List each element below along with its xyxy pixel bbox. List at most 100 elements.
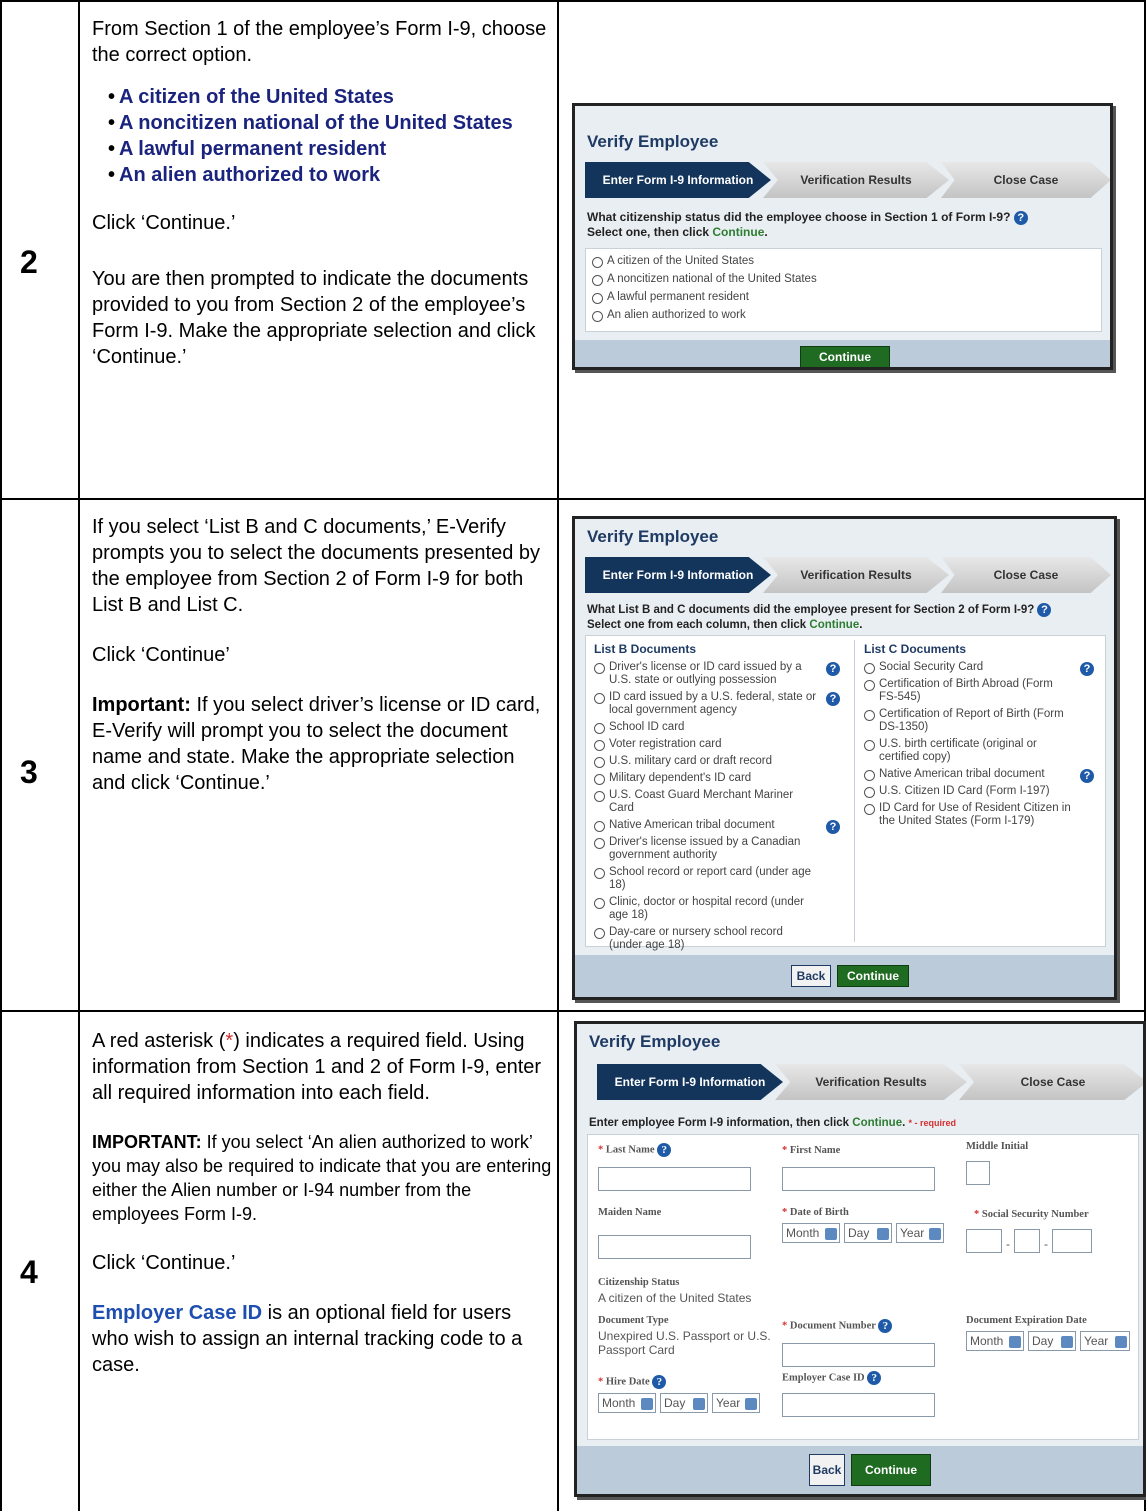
radio-citizen[interactable]: A citizen of the United States [592,255,1095,268]
radio-noncitizen-national[interactable]: A noncitizen national of the United Stat… [592,273,1095,286]
step-verification-results: Verification Results [775,1064,967,1100]
option-box: A citizen of the United States A nonciti… [585,248,1102,332]
hire-day-select[interactable]: Day [660,1393,708,1413]
help-icon[interactable]: ? [867,1371,882,1385]
row-divider-1 [0,498,1146,500]
hire-month-select[interactable]: Month [598,1393,656,1413]
exp-month-select[interactable]: Month [966,1331,1024,1351]
continue-button[interactable]: Continue [800,346,890,367]
column-divider-screenshot [557,0,559,1511]
radio-permanent-resident[interactable]: A lawful permanent resident [592,291,1095,304]
step-close-case: Close Case [941,162,1110,198]
citizenship-status-label: Citizenship Status [598,1277,680,1288]
radio-list-c-item[interactable]: Certification of Report of Birth (Form D… [864,708,1098,734]
radio-list-b-item[interactable]: School ID card [594,721,844,734]
chevron-down-icon [641,1398,653,1410]
employer-case-id-input[interactable] [782,1393,935,1417]
ssn-part3-input[interactable] [1052,1229,1092,1253]
radio-alien-authorized[interactable]: An alien authorized to work [592,309,1095,322]
radio-list-b-item[interactable]: Day-care or nursery school record (under… [594,926,844,952]
help-icon[interactable]: ? [652,1375,667,1389]
continue-button[interactable]: Continue [851,1454,931,1486]
step-paragraph: If you select ‘List B and C documents,’ … [92,516,541,616]
back-button[interactable]: Back [791,965,831,987]
last-name-input[interactable] [598,1167,751,1191]
help-icon[interactable]: ? [878,1319,893,1333]
maiden-name-input[interactable] [598,1235,751,1259]
ssn-label: * Social Security Number [974,1209,1089,1220]
question-text: What citizenship status did the employee… [587,210,1028,240]
dob-year-select[interactable]: Year [896,1223,944,1243]
employer-case-id-label: Employer Case ID ? [782,1371,882,1385]
middle-initial-input[interactable] [966,1161,990,1185]
step-click-instruction: Click ‘Continue.’ [92,212,236,234]
documents-box: List B Documents Driver's license or ID … [585,635,1106,951]
list-item: A citizen of the United States [92,84,552,110]
chevron-down-icon [929,1228,941,1240]
list-item: An alien authorized to work [92,162,552,188]
radio-list-b-item[interactable]: School record or report card (under age … [594,866,844,892]
radio-list-b-item[interactable]: U.S. military card or draft record [594,755,844,768]
step-important-note: IMPORTANT: If you select ‘An alien autho… [92,1132,552,1224]
radio-list-c-item[interactable]: U.S. birth certificate (original or cert… [864,738,1098,764]
help-icon[interactable]: ? [826,662,840,676]
documents-screenshot: Verify Employee Enter Form I-9 Informati… [572,516,1117,1000]
list-b-column: List B Documents Driver's license or ID … [594,642,844,956]
list-item: A noncitizen national of the United Stat… [92,110,552,136]
radio-list-c-item[interactable]: Certification of Birth Abroad (Form FS-5… [864,678,1098,704]
back-button[interactable]: Back [809,1454,845,1486]
column-divider-number [78,0,80,1511]
ssn-part2-input[interactable] [1014,1229,1040,1253]
radio-list-b-item[interactable]: Military dependent's ID card [594,772,844,785]
radio-list-b-item[interactable]: ID card issued by a U.S. federal, state … [594,691,844,717]
citizenship-status-value: A citizen of the United States [598,1291,752,1305]
help-icon[interactable]: ? [1037,603,1052,617]
help-icon[interactable]: ? [826,820,840,834]
column-divider [854,640,855,942]
help-icon[interactable]: ? [657,1143,672,1157]
help-icon[interactable]: ? [1080,662,1094,676]
first-name-input[interactable] [782,1167,935,1191]
citizenship-option-list: A citizen of the United States A nonciti… [92,84,552,188]
step-click-instruction: Click ‘Continue.’ [92,1252,236,1274]
help-icon[interactable]: ? [826,692,840,706]
document-expiration-label: Document Expiration Date [966,1315,1087,1326]
chevron-down-icon [1115,1336,1127,1348]
exp-year-select[interactable]: Year [1080,1331,1130,1351]
step-intro: From Section 1 of the employee’s Form I-… [92,18,547,66]
radio-list-b-item[interactable]: Driver's license or ID card issued by a … [594,661,844,687]
radio-list-b-item[interactable]: Clinic, doctor or hospital record (under… [594,896,844,922]
radio-list-c-item[interactable]: ID Card for Use of Resident Citizen in t… [864,802,1098,828]
radio-list-b-item[interactable]: Native American tribal document? [594,819,844,834]
date-of-birth-label: * Date of Birth [782,1207,849,1218]
document-number-input[interactable] [782,1343,935,1367]
progress-steps: Enter Form I-9 Information Verification … [587,1064,1143,1100]
list-item: A lawful permanent resident [92,136,552,162]
chevron-down-icon [745,1398,757,1410]
exp-day-select[interactable]: Day [1028,1331,1076,1351]
citizenship-status-screenshot: Verify Employee Enter Form I-9 Informati… [572,103,1113,370]
step-number: 2 [20,244,38,280]
step-close-case: Close Case [959,1064,1143,1100]
continue-button[interactable]: Continue [837,965,909,987]
radio-list-b-item[interactable]: Voter registration card [594,738,844,751]
dob-month-select[interactable]: Month [782,1223,840,1243]
hire-year-select[interactable]: Year [712,1393,760,1413]
dob-day-select[interactable]: Day [844,1223,892,1243]
radio-list-c-item[interactable]: U.S. Citizen ID Card (Form I-197) [864,785,1098,798]
row-divider-2 [0,1010,1146,1012]
step-paragraph: A red asterisk (*) indicates a required … [92,1030,542,1104]
step-click-instruction: Click ‘Continue’ [92,644,230,666]
help-icon[interactable]: ? [1080,769,1094,783]
radio-list-c-item[interactable]: Native American tribal document? [864,768,1098,783]
radio-list-b-item[interactable]: Driver's license issued by a Canadian go… [594,836,844,862]
first-name-label: * First Name [782,1145,841,1156]
help-icon[interactable]: ? [1013,210,1028,225]
ssn-part1-input[interactable] [966,1229,1002,1253]
radio-list-b-item[interactable]: U.S. Coast Guard Merchant Mariner Card [594,789,844,815]
radio-list-c-item[interactable]: Social Security Card? [864,661,1098,676]
table-border-top [0,0,1146,2]
question-text: What List B and C documents did the empl… [587,603,1052,633]
maiden-name-label: Maiden Name [598,1207,662,1218]
list-c-header: List C Documents [864,642,967,656]
